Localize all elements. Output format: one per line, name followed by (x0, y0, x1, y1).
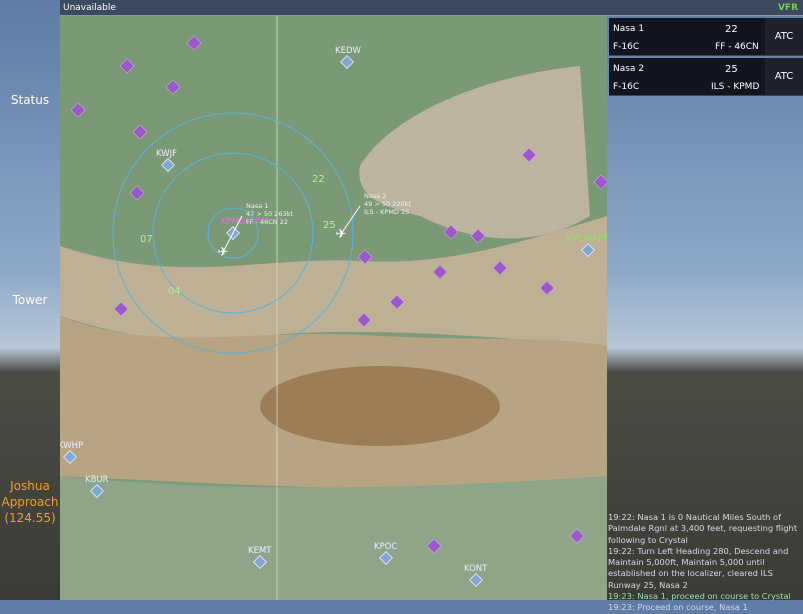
status-text: Unavailable (63, 3, 116, 13)
aircraft-icon[interactable]: ✈ (218, 245, 229, 260)
aircraft-datablock: Nasa 1 (246, 202, 268, 210)
flight-mode: VFR (777, 3, 798, 13)
runway-label: 07 (140, 234, 153, 245)
strip-type: F-16C (613, 82, 640, 92)
terrain-peak (260, 366, 500, 446)
atc-button[interactable]: ATC (765, 58, 803, 95)
aircraft-icon[interactable]: ✈ (336, 227, 347, 242)
strip-runway: 22 (725, 24, 738, 35)
strip-callsign: Nasa 2 (613, 64, 645, 74)
flight-strip[interactable]: Nasa 1 F-16C 22 FF - 46CN ATC (609, 18, 803, 56)
approach-frequency: (124.55) (4, 511, 56, 525)
map-canvas[interactable]: 22250704KEDWKWJFKPMD(APP)KVCV(APP)KWHPKB… (60, 16, 607, 600)
strip-route: ILS - KPMD (711, 82, 760, 92)
aircraft-datablock: 49 > 50 220kt (364, 200, 411, 208)
left-panel: Status Tower Joshua Approach (124.55) (0, 0, 60, 600)
aircraft-datablock: ILS - KPMD 25 (364, 208, 409, 216)
tower-label[interactable]: Tower (0, 293, 60, 307)
top-bar: Unavailable VFR (60, 0, 803, 16)
flight-strip[interactable]: Nasa 2 F-16C 25 ILS - KPMD ATC (609, 58, 803, 96)
log-entry: 19:22: Nasa 1 is 0 Nautical Miles South … (608, 512, 798, 545)
strip-type: F-16C (613, 42, 640, 52)
approach-label[interactable]: Joshua Approach (0, 478, 60, 510)
strip-callsign: Nasa 1 (613, 24, 645, 34)
status-label[interactable]: Status (0, 93, 60, 107)
log-entry: 19:23: Nasa 1, proceed on course to Crys… (608, 591, 791, 602)
aircraft-datablock: 47 > 50 263kt (246, 210, 293, 218)
runway-label: 25 (323, 220, 336, 231)
airport-label: KONT (464, 564, 488, 574)
airport-label: KEMT (248, 546, 272, 556)
airport-label: KVCV(APP) (566, 234, 607, 244)
radar-map[interactable]: 22250704KEDWKWJFKPMD(APP)KVCV(APP)KWHPKB… (60, 16, 607, 600)
aircraft-datablock: FF - 46CN 22 (246, 218, 288, 226)
airport-label: KWHP (60, 441, 83, 451)
aircraft-datablock: Nasa 2 (364, 192, 386, 200)
message-log: 19:22: Nasa 1 is 0 Nautical Miles South … (608, 512, 803, 614)
terrain-basin (60, 476, 607, 600)
strip-route: FF - 46CN (715, 42, 759, 52)
atc-button[interactable]: ATC (765, 18, 803, 55)
strip-runway: 25 (725, 64, 738, 75)
log-entry: 19:22: Turn Left Heading 280, Descend an… (608, 545, 789, 590)
runway-label: 04 (168, 286, 181, 297)
airport-label: KWJF (156, 149, 177, 159)
airport-label: KEDW (335, 46, 361, 56)
log-entry: 19:23: Proceed on course, Nasa 1 (608, 602, 748, 613)
runway-label: 22 (312, 174, 325, 185)
airport-label: KPOC (374, 542, 397, 552)
airport-label: KBUR (85, 475, 109, 485)
